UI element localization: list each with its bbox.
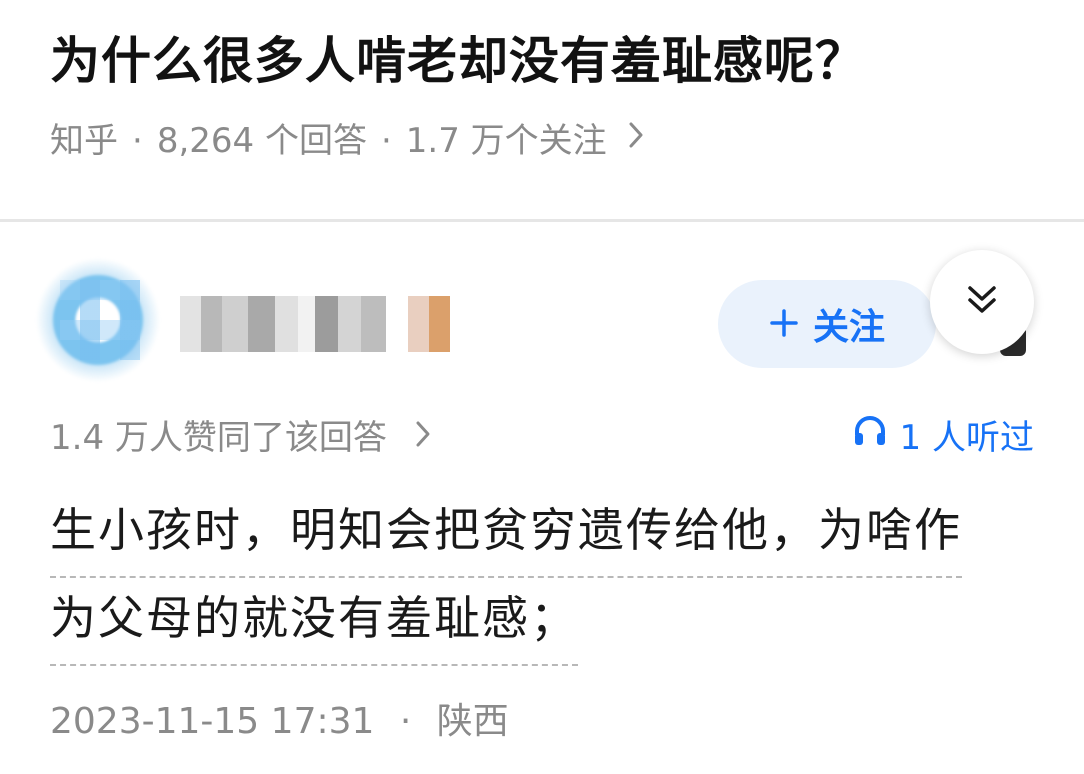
source-label: 知乎 (50, 121, 118, 161)
plus-icon (769, 302, 799, 346)
author-row: 关注 (0, 240, 1084, 400)
question-title[interactable]: 为什么很多人啃老却没有羞耻感呢？ (50, 26, 866, 96)
vote-text: 1.4 万人赞同了该回答 (50, 418, 387, 458)
answer-page: 为什么很多人啃老却没有羞耻感呢？ 知乎 · 8,264 个回答 · 1.7 万个… (0, 0, 1084, 774)
double-chevron-down-icon (965, 283, 999, 321)
meta-separator: · (132, 121, 143, 161)
answer-content[interactable]: 生小孩时，明知会把贫穷遗传给他，为啥作 为父母的就没有羞耻感； (50, 490, 1040, 666)
author-name-blurred[interactable] (180, 296, 451, 352)
answer-count: 8,264 个回答 (156, 121, 367, 161)
follow-label: 关注 (812, 307, 885, 348)
question-meta[interactable]: 知乎 · 8,264 个回答 · 1.7 万个关注 (50, 116, 645, 166)
chevron-right-icon[interactable] (627, 116, 645, 166)
question-header[interactable]: 为什么很多人啃老却没有羞耻感呢？ 知乎 · 8,264 个回答 · 1.7 万个… (0, 0, 1084, 220)
follow-button[interactable]: 关注 (718, 280, 936, 368)
avatar-pixelation (60, 280, 140, 360)
answer-meta: 2023-11-15 17:31 · 陕西 (50, 696, 509, 748)
vote-summary[interactable]: 1.4 万人赞同了该回答 (50, 412, 432, 466)
meta-separator: · (380, 121, 392, 161)
answer-location: 陕西 (436, 701, 509, 742)
divider (0, 219, 1084, 222)
listen-count[interactable]: 1 人听过 (852, 412, 1034, 464)
answer-date: 2023-11-15 17:31 (50, 701, 375, 742)
listen-text: 1 人听过 (899, 418, 1034, 458)
meta-separator: · (399, 701, 412, 742)
chevron-right-icon (414, 421, 432, 457)
headphones-icon (852, 412, 900, 464)
answer-line: 生小孩时，明知会把贫穷遗传给他，为啥作 (50, 490, 962, 578)
collapse-button[interactable] (930, 250, 1034, 354)
answer-line: 为父母的就没有羞耻感； (50, 578, 578, 666)
follower-count: 1.7 万个关注 (405, 121, 607, 161)
